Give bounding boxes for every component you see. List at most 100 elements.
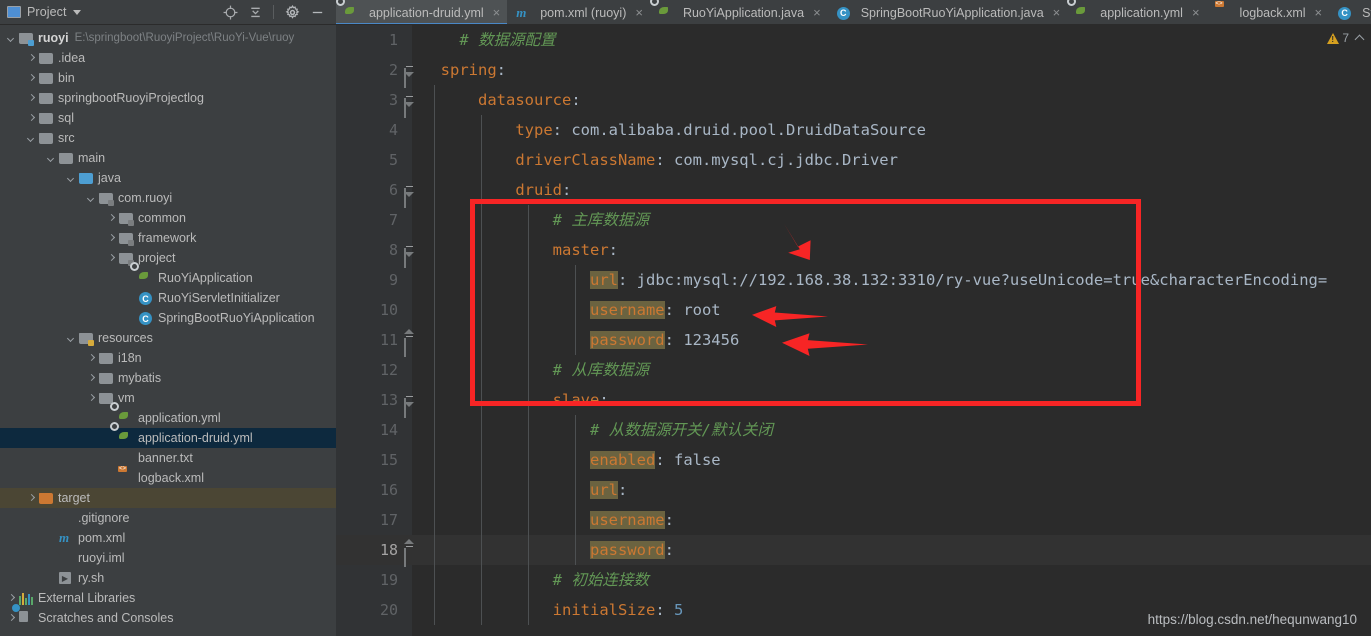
editor-tab[interactable]: C SpringBootRuoYiApplication.java × [828, 0, 1068, 24]
chevron-right-icon[interactable] [26, 493, 37, 504]
tree-item[interactable]: m pom.xml [0, 528, 336, 548]
tree-item[interactable]: application-druid.yml [0, 422, 336, 448]
chevron-down-icon[interactable] [86, 193, 97, 204]
close-icon[interactable]: × [1315, 6, 1323, 19]
code-line[interactable]: 16 url: [336, 475, 1371, 505]
code-line[interactable]: 1 # 数据源配置 [336, 25, 1371, 55]
tree-item[interactable]: C SpringBootRuoYiApplication [0, 308, 336, 328]
tree-item[interactable]: common [0, 208, 336, 228]
code-line[interactable]: 14 # 从数据源开关/默认关闭 [336, 415, 1371, 445]
tree-item[interactable]: sql [0, 108, 336, 128]
chevron-up-icon[interactable] [1354, 34, 1365, 45]
code-line[interactable]: 3 datasource: [336, 85, 1371, 118]
code-line[interactable]: 17 username: [336, 505, 1371, 535]
chevron-right-icon[interactable] [26, 93, 37, 104]
chevron-right-icon[interactable] [86, 393, 97, 404]
tree-item[interactable]: logback.xml [0, 468, 336, 488]
inspection-warning-indicator[interactable]: 7 [1327, 31, 1365, 45]
chevron-right-icon[interactable] [106, 213, 117, 224]
chevron-down-icon[interactable] [66, 333, 77, 344]
code-line[interactable]: 6 druid: [336, 175, 1371, 208]
code-fold-marker[interactable] [404, 93, 416, 118]
code-lines[interactable]: 1 # 数据源配置 2 spring: 3 datasource: 4 type: c… [336, 25, 1371, 636]
tree-item[interactable]: External Libraries [0, 588, 336, 608]
tree-item[interactable]: resources [0, 328, 336, 348]
chevron-right-icon[interactable] [26, 73, 37, 84]
tree-item[interactable]: vm [0, 388, 336, 408]
close-icon[interactable]: × [1192, 6, 1200, 19]
tree-item[interactable]: ruoyi E:\springboot\RuoyiProject\RuoYi-Vu… [0, 28, 336, 48]
chevron-right-icon[interactable] [6, 613, 17, 624]
code-editor[interactable]: 1 # 数据源配置 2 spring: 3 datasource: 4 type: c… [336, 25, 1371, 636]
project-tree[interactable]: ruoyi E:\springboot\RuoyiProject\RuoYi-Vu… [0, 25, 336, 636]
tree-item[interactable]: bin [0, 68, 336, 88]
code-line[interactable]: 5 driverClassName: com.mysql.cj.jdbc.Dri… [336, 145, 1371, 175]
tree-item[interactable]: .gitignore [0, 508, 336, 528]
tree-item[interactable]: target [0, 488, 336, 508]
tree-item[interactable]: .idea [0, 48, 336, 68]
tree-item[interactable]: ruoyi.iml [0, 548, 336, 568]
code-line[interactable]: 8 master: [336, 235, 1371, 268]
close-icon[interactable]: × [635, 6, 643, 19]
editor-tab[interactable]: logback.xml × [1207, 0, 1330, 24]
editor-tab[interactable]: RuoYiApplication.java × [649, 0, 828, 24]
code-line[interactable]: 19 # 初始连接数 [336, 565, 1371, 595]
chevron-right-icon[interactable] [106, 253, 117, 264]
code-line[interactable]: 2 spring: [336, 55, 1371, 88]
code-line[interactable]: 10 username: root [336, 295, 1371, 325]
tree-item[interactable]: RuoYiApplication [0, 262, 336, 288]
close-icon[interactable]: × [813, 6, 821, 19]
chevron-right-icon[interactable] [6, 593, 17, 604]
tree-item[interactable]: i18n [0, 348, 336, 368]
close-icon[interactable]: × [1053, 6, 1061, 19]
code-line[interactable]: 9 url: jdbc:mysql://192.168.38.132:3310/… [336, 265, 1371, 295]
collapse-all-icon[interactable] [244, 1, 266, 23]
code-line-text: datasource: [422, 85, 1371, 115]
code-line[interactable]: 15 enabled: false [336, 445, 1371, 475]
code-line[interactable]: 18 password: [336, 535, 1371, 567]
editor-tab[interactable]: C SysC [1329, 0, 1371, 24]
code-line[interactable]: 13 slave: [336, 385, 1371, 418]
chevron-right-icon[interactable] [106, 233, 117, 244]
code-fold-marker[interactable] [404, 329, 416, 357]
chevron-down-icon[interactable] [72, 9, 81, 15]
close-icon[interactable]: × [493, 6, 501, 19]
code-line[interactable]: 12 # 从库数据源 [336, 355, 1371, 385]
tree-item[interactable]: application.yml [0, 402, 336, 428]
code-fold-marker[interactable] [404, 539, 416, 567]
minimize-icon[interactable] [306, 1, 328, 23]
tree-item[interactable]: src [0, 128, 336, 148]
code-fold-marker[interactable] [404, 183, 416, 208]
chevron-down-icon[interactable] [6, 33, 17, 44]
tree-item[interactable]: java [0, 168, 336, 188]
tree-item[interactable]: ▶ ry.sh [0, 568, 336, 588]
code-line[interactable]: 7 # 主库数据源 [336, 205, 1371, 235]
chevron-right-icon[interactable] [26, 113, 37, 124]
code-fold-marker[interactable] [404, 63, 416, 88]
code-fold-marker[interactable] [404, 243, 416, 268]
code-line[interactable]: 4 type: com.alibaba.druid.pool.DruidData… [336, 115, 1371, 145]
chevron-right-icon[interactable] [86, 353, 97, 364]
chevron-right-icon[interactable] [86, 373, 97, 384]
tree-item[interactable]: C RuoYiServletInitializer [0, 288, 336, 308]
editor-tab[interactable]: m pom.xml (ruoyi) × [507, 0, 650, 24]
tree-item[interactable]: com.ruoyi [0, 188, 336, 208]
tree-item[interactable]: framework [0, 228, 336, 248]
locate-target-icon[interactable] [219, 1, 241, 23]
chevron-down-icon[interactable] [66, 173, 77, 184]
editor-tab[interactable]: application.yml × [1067, 0, 1206, 24]
editor-tab[interactable]: application-druid.yml × [336, 0, 508, 24]
tree-item[interactable]: springbootRuoyiProjectlog [0, 88, 336, 108]
chevron-down-icon[interactable] [46, 153, 57, 164]
tree-item[interactable]: main [0, 148, 336, 168]
tree-item[interactable]: banner.txt [0, 448, 336, 468]
code-fold-marker[interactable] [404, 393, 416, 418]
chevron-down-icon[interactable] [26, 133, 37, 144]
chevron-right-icon[interactable] [26, 53, 37, 64]
code-line[interactable]: 11 password: 123456 [336, 325, 1371, 357]
tree-item[interactable]: project [0, 248, 336, 268]
settings-gear-icon[interactable] [281, 1, 303, 23]
tree-item[interactable]: Scratches and Consoles [0, 604, 336, 628]
tree-item[interactable]: mybatis [0, 368, 336, 388]
